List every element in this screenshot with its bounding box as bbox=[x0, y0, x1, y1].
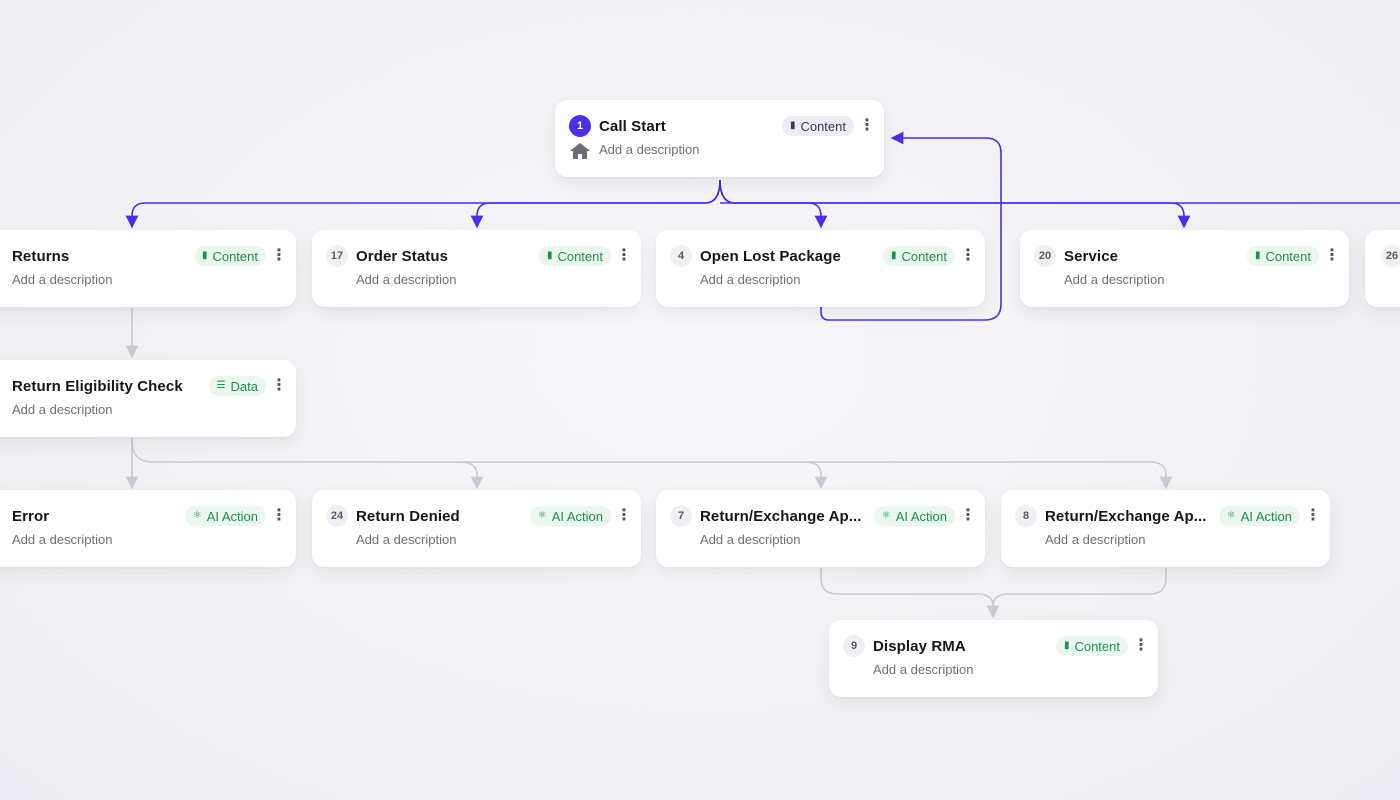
node-type-badge[interactable]: ▮ Content bbox=[1055, 636, 1128, 656]
badge-label: AI Action bbox=[895, 508, 947, 524]
node-title: Call Start bbox=[599, 117, 666, 135]
node-type-badge[interactable]: ⚛ AI Action bbox=[184, 506, 266, 526]
content-icon: ▮ bbox=[1063, 640, 1070, 651]
content-icon: ▮ bbox=[546, 250, 553, 261]
node-open-lost-package[interactable]: 4 Open Lost Package ▮ Content ⋮ Add a de… bbox=[656, 230, 985, 307]
more-options-icon[interactable]: ⋮ bbox=[271, 378, 287, 394]
badge-label: Content bbox=[1074, 638, 1120, 654]
node-title: Display RMA bbox=[873, 637, 966, 655]
badge-label: Content bbox=[901, 248, 947, 264]
badge-label: Content bbox=[212, 248, 258, 264]
more-options-icon[interactable]: ⋮ bbox=[960, 248, 976, 264]
badge-label: Content bbox=[557, 248, 603, 264]
node-error[interactable]: Error ⚛ AI Action ⋮ Add a description bbox=[0, 490, 296, 567]
node-title: Order Status bbox=[356, 247, 449, 265]
node-description[interactable]: Add a description bbox=[356, 532, 456, 547]
badge-label: AI Action bbox=[551, 508, 603, 524]
node-type-badge[interactable]: ▮ Content bbox=[882, 246, 955, 266]
ai-action-icon: ⚛ bbox=[537, 510, 547, 521]
more-options-icon[interactable]: ⋮ bbox=[859, 118, 875, 134]
node-return-denied[interactable]: 24 Return Denied ⚛ AI Action ⋮ Add a des… bbox=[312, 490, 641, 567]
node-call-start[interactable]: 1 Call Start ▮ Content ⋮ Add a descripti… bbox=[555, 100, 884, 177]
content-icon: ▮ bbox=[1254, 250, 1261, 261]
edge-rex8-rma bbox=[992, 568, 1167, 607]
content-icon: ▮ bbox=[890, 250, 897, 261]
node-return-exchange-8[interactable]: 8 Return/Exchange Ap... ⚛ AI Action ⋮ Ad… bbox=[1001, 490, 1330, 567]
edge-eligibility-rex7 bbox=[460, 461, 828, 490]
badge-label: Content bbox=[800, 118, 846, 134]
node-order-status[interactable]: 17 Order Status ▮ Content ⋮ Add a descri… bbox=[312, 230, 641, 307]
node-title: Return/Exchange Ap... bbox=[1045, 507, 1207, 525]
badge-label: AI Action bbox=[1240, 508, 1292, 524]
node-returns[interactable]: Returns ▮ Content ⋮ Add a description bbox=[0, 230, 296, 307]
ai-action-icon: ⚛ bbox=[1226, 510, 1236, 521]
node-description[interactable]: Add a description bbox=[1064, 272, 1164, 287]
home-icon bbox=[570, 143, 590, 159]
edge-eligibility-denied bbox=[131, 439, 484, 490]
badge-label: Data bbox=[230, 378, 258, 394]
node-description[interactable]: Add a description bbox=[873, 662, 973, 677]
node-display-rma[interactable]: 9 Display RMA ▮ Content ⋮ Add a descript… bbox=[829, 620, 1158, 697]
ai-action-icon: ⚛ bbox=[881, 510, 891, 521]
node-return-exchange-7[interactable]: 7 Return/Exchange Ap... ⚛ AI Action ⋮ Ad… bbox=[656, 490, 985, 567]
node-type-badge[interactable]: ▮ Content bbox=[538, 246, 611, 266]
badge-label: AI Action bbox=[206, 508, 258, 524]
node-type-badge[interactable]: ⚛ AI Action bbox=[873, 506, 955, 526]
node-number: 17 bbox=[326, 245, 348, 267]
node-description[interactable]: Add a description bbox=[12, 272, 112, 287]
node-number: 1 bbox=[569, 115, 591, 137]
node-description[interactable]: Add a description bbox=[12, 532, 112, 547]
node-number: 7 bbox=[670, 505, 692, 527]
node-title: Return Eligibility Check bbox=[12, 377, 183, 395]
ai-action-icon: ⚛ bbox=[192, 510, 202, 521]
more-options-icon[interactable]: ⋮ bbox=[271, 248, 287, 264]
edge-callstart-orderstatus bbox=[470, 179, 721, 229]
more-options-icon[interactable]: ⋮ bbox=[616, 508, 632, 524]
data-icon: ☰ bbox=[216, 380, 226, 391]
node-type-badge[interactable]: ⚛ AI Action bbox=[529, 506, 611, 526]
node-type-badge[interactable]: ▮ Content bbox=[781, 116, 854, 136]
content-icon: ▮ bbox=[789, 120, 796, 131]
node-number: 8 bbox=[1015, 505, 1037, 527]
node-type-badge[interactable]: ☰ Data bbox=[208, 376, 266, 396]
node-title: Open Lost Package bbox=[700, 247, 841, 265]
edge-callstart-openlost bbox=[719, 179, 828, 229]
more-options-icon[interactable]: ⋮ bbox=[1324, 248, 1340, 264]
node-title: Returns bbox=[12, 247, 70, 265]
node-type-badge[interactable]: ▮ Content bbox=[193, 246, 266, 266]
node-description[interactable]: Add a description bbox=[700, 532, 800, 547]
more-options-icon[interactable]: ⋮ bbox=[271, 508, 287, 524]
more-options-icon[interactable]: ⋮ bbox=[1305, 508, 1321, 524]
node-return-eligibility-check[interactable]: Return Eligibility Check ☰ Data ⋮ Add a … bbox=[0, 360, 296, 437]
more-options-icon[interactable]: ⋮ bbox=[616, 248, 632, 264]
node-number: 24 bbox=[326, 505, 348, 527]
node-number: 4 bbox=[670, 245, 692, 267]
badge-label: Content bbox=[1265, 248, 1311, 264]
node-description[interactable]: Add a description bbox=[700, 272, 800, 287]
node-number: 26 bbox=[1381, 245, 1400, 267]
node-title: Return/Exchange Ap... bbox=[700, 507, 862, 525]
node-description[interactable]: Add a description bbox=[1045, 532, 1145, 547]
node-type-badge[interactable]: ⚛ AI Action bbox=[1218, 506, 1300, 526]
node-title: Service bbox=[1064, 247, 1119, 265]
edge-callstart-service bbox=[719, 179, 1191, 229]
edge-eligibility-rex8 bbox=[805, 461, 1173, 490]
node-description[interactable]: Add a description bbox=[12, 402, 112, 417]
node-26[interactable]: 26 bbox=[1365, 230, 1400, 307]
node-type-badge[interactable]: ▮ Content bbox=[1246, 246, 1319, 266]
node-title: Error bbox=[12, 507, 50, 525]
node-description[interactable]: Add a description bbox=[599, 142, 699, 157]
node-number: 9 bbox=[843, 635, 865, 657]
more-options-icon[interactable]: ⋮ bbox=[1133, 638, 1149, 654]
edge-callstart-returns bbox=[125, 179, 721, 229]
edge-rex7-rma bbox=[820, 568, 1000, 619]
node-title: Return Denied bbox=[356, 507, 460, 525]
content-icon: ▮ bbox=[201, 250, 208, 261]
node-service[interactable]: 20 Service ▮ Content ⋮ Add a description bbox=[1020, 230, 1349, 307]
node-description[interactable]: Add a description bbox=[356, 272, 456, 287]
more-options-icon[interactable]: ⋮ bbox=[960, 508, 976, 524]
node-number: 20 bbox=[1034, 245, 1056, 267]
